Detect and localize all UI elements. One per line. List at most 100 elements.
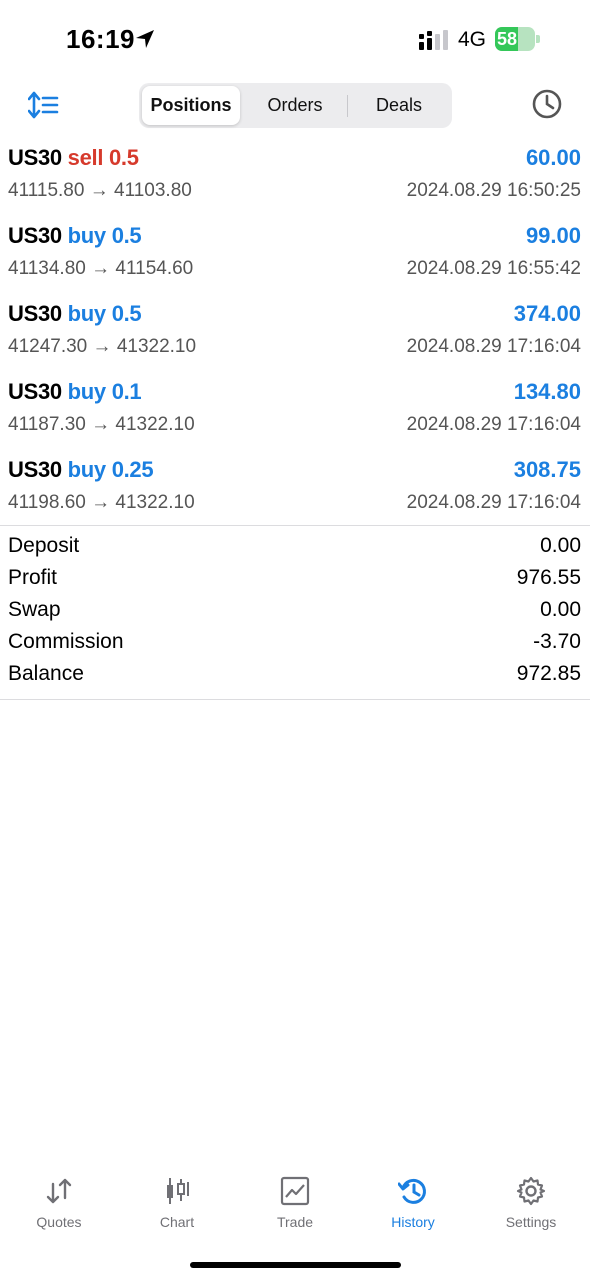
summary-balance: Balance 972.85 <box>0 660 590 692</box>
deal-title: US30 buy 0.5 <box>8 301 142 327</box>
deal-volume: 0.5 <box>111 301 142 326</box>
tab-orders[interactable]: Orders <box>244 86 346 125</box>
deal-row[interactable]: US30 buy 0.25 308.75 41198.60 → 41322.10… <box>0 452 590 530</box>
deal-open-price: 41187.30 <box>8 414 86 435</box>
deal-title: US30 buy 0.25 <box>8 457 154 483</box>
status-time: 16:19 <box>66 24 135 54</box>
deal-open-price: 41247.30 <box>8 336 88 357</box>
history-clock-icon <box>398 1178 426 1204</box>
history-summary: Deposit 0.00 Profit 976.55 Swap 0.00 Com… <box>0 532 590 692</box>
tab-quotes[interactable]: Quotes <box>0 1168 118 1238</box>
summary-label: Profit <box>8 566 58 589</box>
deal-close-price: 41154.60 <box>115 258 194 279</box>
deal-title: US30 buy 0.5 <box>8 223 142 249</box>
summary-deposit: Deposit 0.00 <box>0 532 590 564</box>
deal-row[interactable]: US30 buy 0.1 134.80 41187.30 → 41322.10 … <box>0 374 590 452</box>
deal-row[interactable]: US30 sell 0.5 60.00 41115.80 → 41103.80 … <box>0 140 590 218</box>
deal-profit: 60.00 <box>525 145 581 170</box>
deal-symbol: US30 <box>8 145 62 170</box>
tab-settings[interactable]: Settings <box>472 1168 590 1238</box>
summary-label: Deposit <box>8 534 80 557</box>
deal-close-price: 41322.10 <box>115 492 195 513</box>
sort-icon[interactable] <box>28 90 60 120</box>
summary-value: -3.70 <box>533 630 581 653</box>
status-bar: 16:19 4G 58 <box>0 0 590 80</box>
summary-profit: Profit 976.55 <box>0 564 590 596</box>
deal-open-price: 41198.60 <box>8 492 86 513</box>
deal-symbol: US30 <box>8 223 62 248</box>
deal-profit: 134.80 <box>513 379 581 404</box>
deal-prices: 41187.30 → 41322.10 <box>8 414 195 435</box>
tab-label: History <box>391 1214 435 1230</box>
location-arrow-icon <box>136 30 154 48</box>
summary-value: 0.00 <box>540 598 581 621</box>
deal-close-price: 41322.10 <box>115 414 195 435</box>
deal-time: 2024.08.29 17:16:04 <box>406 414 581 435</box>
network-type: 4G <box>458 28 487 51</box>
deal-volume: 0.5 <box>108 145 139 170</box>
tab-label: Quotes <box>36 1214 82 1230</box>
summary-value: 976.55 <box>516 566 581 589</box>
deal-direction: buy <box>67 301 107 326</box>
clock-icon[interactable] <box>530 87 564 121</box>
summary-label: Balance <box>8 662 84 685</box>
deal-title: US30 buy 0.1 <box>8 379 142 405</box>
summary-divider <box>0 699 590 700</box>
deal-direction: buy <box>67 379 107 404</box>
deal-symbol: US30 <box>8 379 62 404</box>
tab-bar: Quotes Chart Trade History Settings <box>0 1168 590 1238</box>
deal-direction: buy <box>67 223 107 248</box>
deal-row[interactable]: US30 buy 0.5 374.00 41247.30 → 41322.10 … <box>0 296 590 374</box>
trade-chart-icon <box>280 1176 310 1206</box>
home-indicator[interactable] <box>190 1262 401 1268</box>
gear-icon <box>516 1176 546 1206</box>
deal-profit: 99.00 <box>525 223 581 248</box>
tab-chart[interactable]: Chart <box>118 1168 236 1238</box>
deal-close-price: 41103.80 <box>114 180 192 201</box>
deal-volume: 0.5 <box>111 223 142 248</box>
deal-symbol: US30 <box>8 457 62 482</box>
list-divider <box>0 525 590 526</box>
deal-time: 2024.08.29 17:16:04 <box>406 492 581 513</box>
deal-volume: 0.25 <box>111 457 154 482</box>
tab-deals[interactable]: Deals <box>349 86 449 125</box>
battery-charging-icon: 58 <box>495 27 541 51</box>
deal-profit: 374.00 <box>513 301 581 326</box>
quotes-arrows-icon <box>46 1178 72 1204</box>
deal-open-price: 41115.80 <box>8 180 85 201</box>
history-toolbar: Positions Orders Deals <box>0 80 590 132</box>
deal-prices: 41247.30 → 41322.10 <box>8 336 197 357</box>
summary-label: Swap <box>8 598 61 621</box>
deal-close-price: 41322.10 <box>116 336 197 357</box>
deal-direction: sell <box>67 145 104 170</box>
deal-volume: 0.1 <box>111 379 142 404</box>
deal-direction: buy <box>67 457 107 482</box>
segmented-control: Positions Orders Deals <box>139 83 452 128</box>
tab-label: Settings <box>505 1214 557 1230</box>
deals-list: US30 sell 0.5 60.00 41115.80 → 41103.80 … <box>0 140 590 530</box>
summary-commission: Commission -3.70 <box>0 628 590 660</box>
deal-title: US30 sell 0.5 <box>8 145 139 171</box>
summary-value: 972.85 <box>516 662 581 685</box>
deal-time: 2024.08.29 17:16:04 <box>406 336 581 357</box>
deal-open-price: 41134.80 <box>8 258 86 279</box>
tab-trade[interactable]: Trade <box>236 1168 354 1238</box>
tab-label: Chart <box>159 1214 195 1230</box>
summary-label: Commission <box>8 630 124 653</box>
summary-swap: Swap 0.00 <box>0 596 590 628</box>
deal-prices: 41134.80 → 41154.60 <box>8 258 194 279</box>
summary-value: 0.00 <box>540 534 581 557</box>
segment-divider <box>347 95 348 117</box>
tab-positions[interactable]: Positions <box>142 86 240 125</box>
deal-time: 2024.08.29 16:55:42 <box>406 258 581 279</box>
battery-level: 58 <box>497 29 518 49</box>
deal-prices: 41115.80 → 41103.80 <box>8 180 192 201</box>
deal-prices: 41198.60 → 41322.10 <box>8 492 195 513</box>
deal-profit: 308.75 <box>513 457 581 482</box>
tab-history[interactable]: History <box>354 1168 472 1238</box>
tab-label: Trade <box>276 1214 314 1230</box>
cellular-signal-icon <box>419 30 448 50</box>
deal-row[interactable]: US30 buy 0.5 99.00 41134.80 → 41154.60 2… <box>0 218 590 296</box>
deal-time: 2024.08.29 16:50:25 <box>406 180 581 201</box>
candlestick-icon <box>167 1178 189 1204</box>
